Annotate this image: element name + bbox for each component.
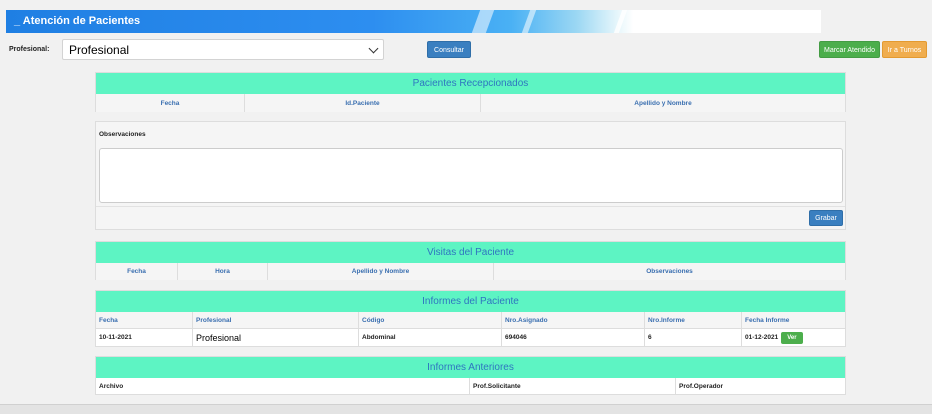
recepcionados-panel: Pacientes Recepcionados Fecha Id.Pacient… [95,72,846,112]
informes-title: Informes del Paciente [96,291,845,312]
column-header-prof-operador: Prof.Operador [679,383,724,390]
recepcionados-table-header: Fecha Id.Paciente Apellido y Nombre [96,94,845,112]
ir-a-turnos-button[interactable]: Ir a Turnos [882,41,927,58]
cell-fecha: 10-11-2021 [96,329,193,346]
page-title: _ Atención de Pacientes [14,15,141,27]
cell-profesional: Profesional [193,329,359,346]
marcar-atendido-button[interactable]: Marcar Atendido [819,41,880,58]
observaciones-label: Observaciones [99,131,146,138]
column-header-fecha: Fecha [96,312,193,328]
grabar-button[interactable]: Grabar [809,210,843,226]
divider [96,206,845,207]
horizontal-scrollbar[interactable] [0,404,932,414]
consultar-button[interactable]: Consultar [427,41,471,58]
observaciones-textarea[interactable] [99,148,843,203]
observaciones-panel: Observaciones Grabar [95,121,846,230]
column-header-fecha-informe: Fecha Informe [745,316,790,324]
header-banner: _ Atención de Pacientes [6,10,821,33]
anteriores-table-header: Archivo Prof.Solicitante Prof.Operador [96,378,845,395]
recepcionados-title: Pacientes Recepcionados [96,73,845,94]
column-header-prof-solicitante: Prof.Solicitante [470,378,676,395]
profesional-select-value: Profesional [69,43,130,57]
column-header-hora: Hora [178,263,268,280]
column-header-observaciones: Observaciones [646,268,693,275]
profesional-label: Profesional: [9,46,50,53]
column-header-nro-asignado: Nro.Asignado [502,312,645,328]
column-header-codigo: Código [359,312,502,328]
informes-table-header: Fecha Profesional Código Nro.Asignado Nr… [96,312,845,329]
profesional-select[interactable]: Profesional [62,39,384,60]
cell-nro-asignado: 694046 [502,329,645,346]
anteriores-panel: Informes Anteriores Archivo Prof.Solicit… [95,356,846,395]
visitas-title: Visitas del Paciente [96,242,845,263]
cell-fecha-informe: 01-12-2021 Ver [742,329,845,346]
visitas-panel: Visitas del Paciente Fecha Hora Apellido… [95,241,846,280]
anteriores-title: Informes Anteriores [96,357,845,378]
chevron-down-icon [368,43,379,54]
column-header-apellido-nombre: Apellido y Nombre [268,263,494,280]
column-header-fecha: Fecha [96,94,245,112]
visitas-table-header: Fecha Hora Apellido y Nombre Observacion… [96,263,845,280]
column-header-nro-informe: Nro.Informe [645,312,742,328]
table-row: 10-11-2021 Profesional Abdominal 694046 … [96,329,845,346]
cell-nro-informe: 6 [645,329,742,346]
informes-panel: Informes del Paciente Fecha Profesional … [95,290,846,347]
column-header-profesional: Profesional [193,312,359,328]
page: _ Atención de Pacientes Profesional: Pro… [0,0,932,414]
column-header-apellido-nombre: Apellido y Nombre [634,99,692,107]
cell-codigo: Abdominal [359,329,502,346]
filter-bar: Profesional: Profesional Consultar Marca… [6,37,927,63]
column-header-archivo: Archivo [96,378,470,395]
column-header-fecha: Fecha [96,263,178,280]
column-header-id-paciente: Id.Paciente [245,94,481,112]
ver-button[interactable]: Ver [781,331,803,344]
fecha-informe-value: 01-12-2021 [745,334,779,341]
